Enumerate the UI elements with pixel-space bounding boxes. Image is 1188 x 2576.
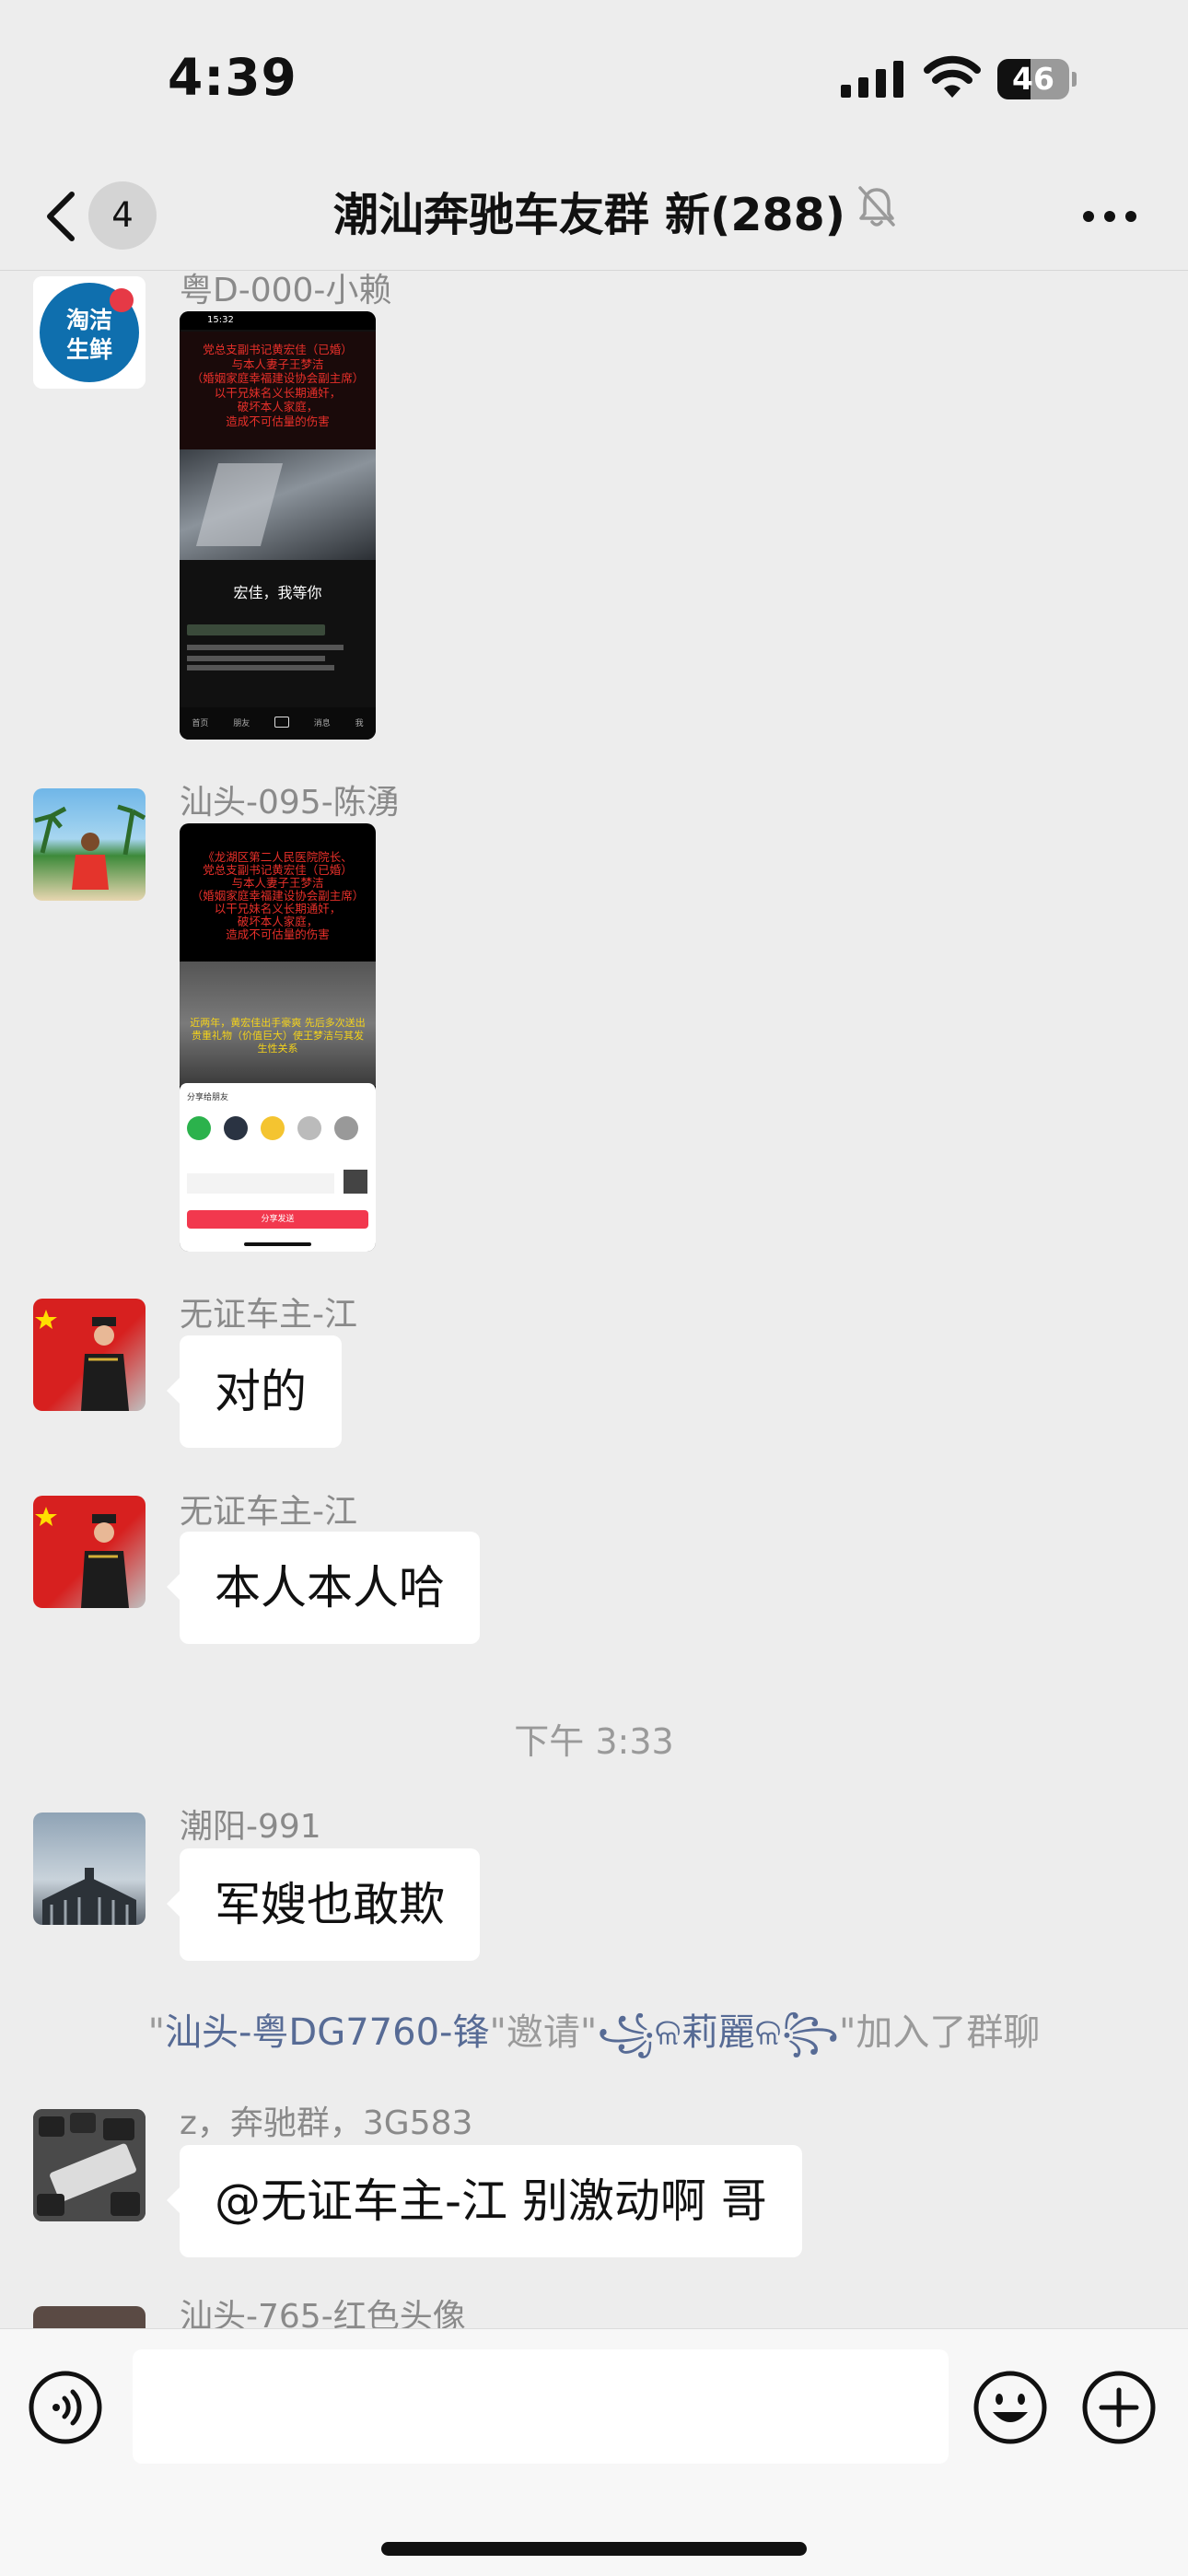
status-bar: 4:39 46: [0, 0, 1188, 161]
sender-name: z，奔驰群，3G583: [180, 2104, 473, 2142]
emoji-icon[interactable]: [973, 2370, 1048, 2445]
seafood-logo-icon: 淘洁 生鲜: [33, 276, 146, 389]
sender-name: 潮阳-991: [180, 1808, 321, 1846]
screenshot-time: 15:32: [207, 315, 234, 325]
avatar[interactable]: [33, 1496, 146, 1608]
system-notice: "汕头-粤DG7760-锋"邀请"꧁ଳ莉麗ଳ꧂"加入了群聊: [147, 2011, 1041, 2054]
battery-icon: 46: [997, 59, 1077, 99]
wifi-icon: [924, 55, 981, 98]
input-bar: [0, 2328, 1188, 2576]
chevron-left-icon: [47, 192, 75, 241]
message-bubble[interactable]: 对的: [167, 1335, 342, 1448]
avatar[interactable]: 淘洁 生鲜: [33, 276, 146, 389]
more-options-icon[interactable]: [1077, 189, 1142, 244]
message-bubble[interactable]: 军嫂也敢欺: [167, 1848, 480, 1961]
keyboard-photo-icon: [33, 2109, 146, 2221]
video-screenshot[interactable]: 15:32 党总支副书记黄宏佳（已婚） 与本人妻子王梦洁 （婚姻家庭幸福建设协会…: [180, 311, 376, 740]
svg-text:淘洁: 淘洁: [66, 307, 112, 333]
screenshot-nav: 首页 朋友 消息 我: [180, 717, 376, 729]
message-input[interactable]: [133, 2349, 949, 2464]
screenshot-caption: 宏佳，我等你: [233, 584, 322, 601]
monument-photo-icon: [42, 1868, 136, 1925]
message-bubble[interactable]: 本人本人哈: [167, 1532, 480, 1644]
svg-text:生鲜: 生鲜: [66, 336, 112, 363]
share-title: 分享给朋友: [187, 1093, 229, 1102]
avatar[interactable]: [33, 1299, 146, 1411]
avatar[interactable]: [33, 2306, 146, 2328]
flag-soldier-icon: [35, 1310, 129, 1411]
time-divider: 下午 3:33: [514, 1721, 674, 1762]
flag-soldier-icon: [35, 1507, 129, 1608]
sender-name: 汕头-095-陈湧: [180, 784, 400, 822]
screenshot-text: 党总支副书记黄宏佳（已婚） 与本人妻子王梦洁 （婚姻家庭幸福建设协会副主席） 以…: [191, 343, 365, 428]
sender-name: 粤D-000-小赖: [180, 272, 392, 309]
screenshot-text: 《龙湖区第二人民医院院长、 党总支副书记黄宏佳（已婚） 与本人妻子王梦洁 （婚姻…: [191, 850, 365, 941]
sender-name: 无证车主-江: [180, 1296, 357, 1334]
sender-name: 无证车主-江: [180, 1493, 357, 1531]
sender-name: 汕头-765-红色头像: [180, 2298, 466, 2328]
invitee-name-link[interactable]: ꧁ଳ莉麗ଳ꧂: [597, 2011, 839, 2054]
battery-percent: 46: [1012, 61, 1054, 97]
voice-input-icon[interactable]: [28, 2370, 103, 2445]
unread-count-badge: 4: [88, 181, 157, 250]
chat-header: 4 潮汕奔驰车友群 新(288): [0, 161, 1188, 271]
chat-title: 潮汕奔驰车友群 新(288): [332, 189, 846, 241]
back-button[interactable]: 4: [37, 181, 166, 250]
home-indicator: [381, 2542, 807, 2556]
screenshot-overlay-text: 近两年，黄宏佳出手豪爽 先后多次送出贵重礼物（价值巨大）使王梦洁与其发生性关系: [190, 1017, 366, 1055]
status-time: 4:39: [168, 48, 297, 107]
beach-photo-icon: [34, 804, 146, 890]
cellular-signal-icon: [841, 61, 903, 98]
message-bubble[interactable]: @无证车主-江 别激动啊 哥: [167, 2145, 802, 2257]
avatar[interactable]: [33, 2109, 146, 2221]
mute-bell-icon: [858, 186, 895, 227]
avatar[interactable]: [33, 788, 146, 901]
inviter-name-link[interactable]: 汕头-粤DG7760-锋: [165, 2011, 489, 2054]
avatar[interactable]: [33, 1813, 146, 1925]
share-send-button: 分享发送: [187, 1210, 368, 1229]
message-list[interactable]: 淘洁 生鲜 粤D-000-小赖 15:32 党总支副书记黄宏佳（已婚） 与本人妻…: [0, 271, 1188, 2328]
video-screenshot[interactable]: 《龙湖区第二人民医院院长、 党总支副书记黄宏佳（已婚） 与本人妻子王梦洁 （婚姻…: [180, 823, 376, 1252]
plus-icon[interactable]: [1081, 2370, 1157, 2445]
